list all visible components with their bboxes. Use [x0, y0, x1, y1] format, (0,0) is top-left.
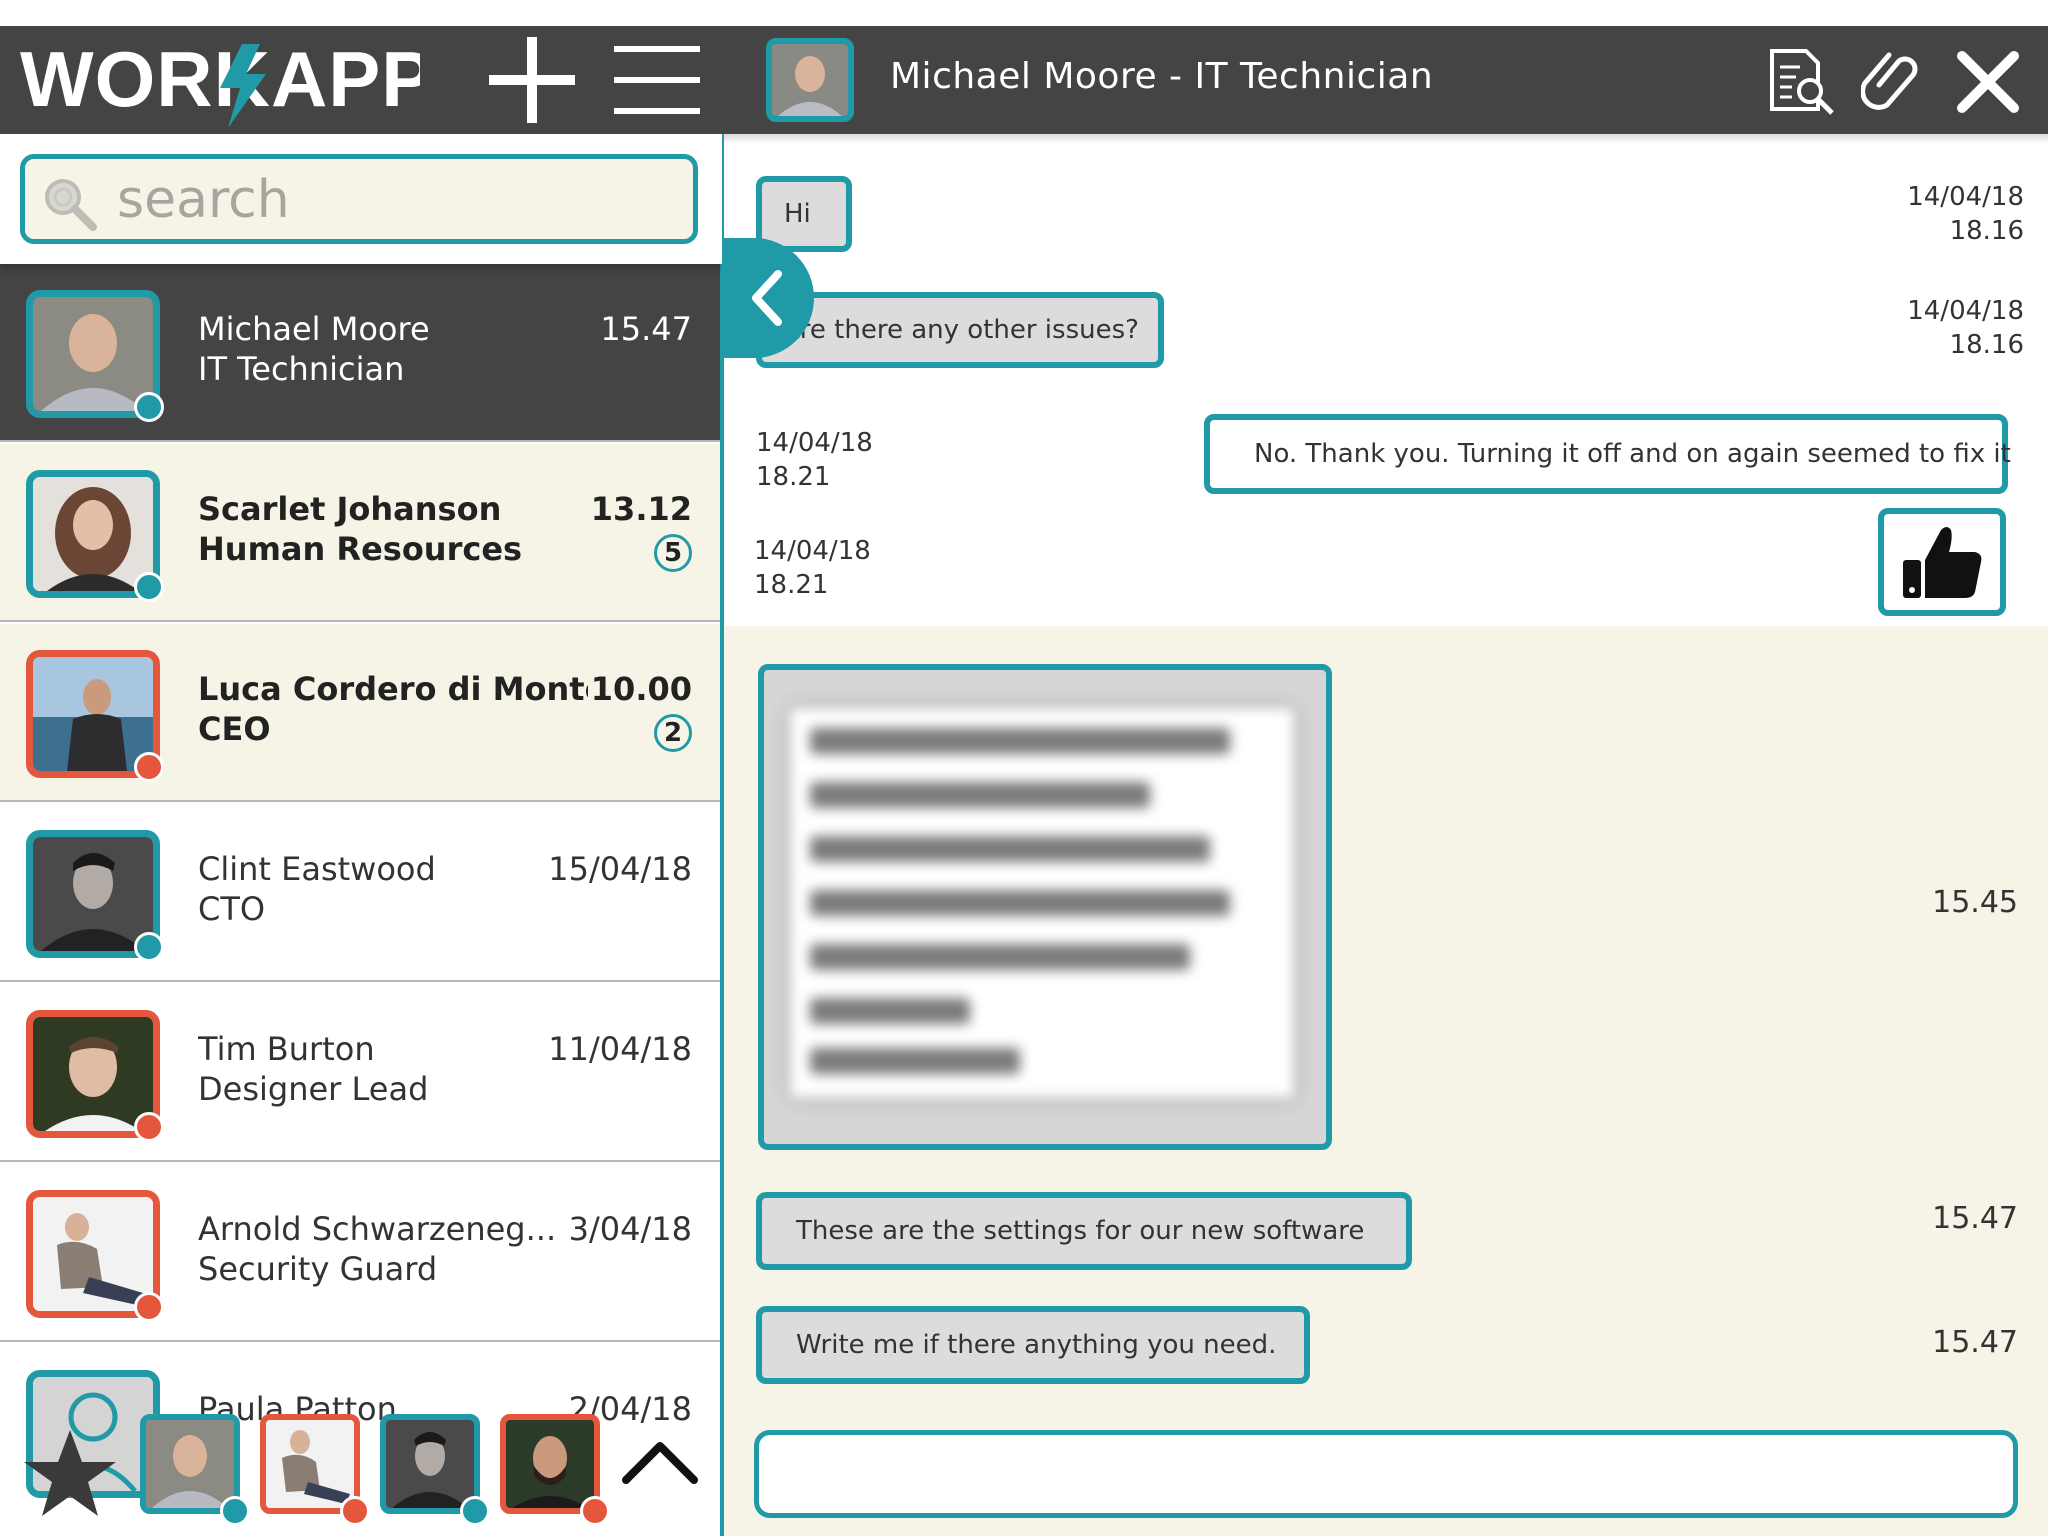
chevron-up-icon[interactable]	[620, 1430, 700, 1490]
contact-item-arnold[interactable]: Arnold Schwarzeneg... Security Guard 3/0…	[0, 1164, 722, 1342]
status-dot-busy	[134, 1112, 164, 1142]
contact-role: Human Resources	[198, 530, 523, 568]
status-dot-online	[134, 932, 164, 962]
message-timestamp: 14/04/18 18.21	[754, 534, 871, 602]
message-text: Are there any other issues?	[782, 315, 1139, 345]
message-date: 14/04/18	[1907, 296, 2024, 326]
favorites-bar	[0, 1404, 722, 1536]
unread-count-badge: 2	[654, 714, 692, 752]
message-timestamp: 14/04/18 18.16	[1907, 180, 2024, 248]
message-text: These are the settings for our new softw…	[796, 1216, 1365, 1246]
paperclip-icon	[1861, 52, 1918, 110]
contact-time: 10.00	[590, 670, 692, 708]
contacts-panel: Michael Moore IT Technician 15.47 Scarle…	[0, 134, 722, 1536]
chat-title: Michael Moore - IT Technician	[890, 56, 1434, 97]
contact-time: 11/04/18	[548, 1030, 692, 1068]
message-timestamp: 14/04/18 18.16	[1907, 294, 2024, 362]
status-dot-online	[134, 572, 164, 602]
contact-role: Designer Lead	[198, 1070, 429, 1108]
contact-item-scarlet-johanson[interactable]: Scarlet Johanson Human Resources 13.12 5	[0, 444, 722, 622]
message-date: 14/04/18	[754, 536, 871, 566]
message-text: Write me if there anything you need.	[796, 1330, 1277, 1360]
search-document-icon	[1770, 49, 1834, 115]
status-dot-online	[460, 1496, 490, 1526]
close-icon	[1957, 51, 2019, 113]
contact-role: Security Guard	[198, 1250, 438, 1288]
message-bubble-thumbs-up[interactable]	[1878, 508, 2006, 616]
contact-item-tim-burton[interactable]: Tim Burton Designer Lead 11/04/18	[0, 984, 722, 1162]
search-area	[0, 134, 722, 264]
contact-name: Clint Eastwood	[198, 850, 436, 888]
message-time: 18.16	[1949, 216, 2024, 246]
header-avatar[interactable]	[766, 38, 854, 122]
message-time: 18.16	[1949, 330, 2024, 360]
message-date: 14/04/18	[756, 428, 873, 458]
avatar-portrait	[772, 44, 848, 116]
image-message[interactable]	[758, 664, 1332, 1150]
search-box[interactable]	[20, 154, 698, 244]
message-timestamp: 14/04/18 18.21	[756, 426, 873, 494]
search-messages-button[interactable]	[1764, 44, 1838, 120]
thumbs-up-icon	[1903, 527, 1982, 598]
contact-role: CTO	[198, 890, 266, 928]
attach-button[interactable]	[1858, 44, 1924, 120]
message-time: 15.47	[1932, 1325, 2018, 1360]
search-input[interactable]	[117, 163, 677, 237]
contact-time: 15.47	[600, 310, 692, 348]
message-date: 14/04/18	[1907, 182, 2024, 212]
magnifier-icon	[45, 179, 97, 231]
status-dot-busy	[134, 1292, 164, 1322]
message-bubble-incoming[interactable]: Are there any other issues?	[756, 292, 1164, 368]
message-time: 15.45	[1932, 885, 2018, 920]
contact-item-michael-moore[interactable]: Michael Moore IT Technician 15.47	[0, 264, 722, 442]
contact-name: Luca Cordero di Monte...	[198, 670, 588, 708]
app-window: WORKAPP Michael Moore - IT Technician se…	[0, 0, 2048, 1536]
contact-time: 15/04/18	[548, 850, 692, 888]
message-bubble-incoming[interactable]: These are the settings for our new softw…	[756, 1192, 1412, 1270]
contact-item-luca-cordero[interactable]: Luca Cordero di Monte... CEO 10.00 2	[0, 624, 722, 802]
chat-panel: Hi 14/04/18 18.16 Are there any other is…	[724, 134, 2048, 1536]
status-dot-busy	[580, 1496, 610, 1526]
header-shadow	[724, 134, 2048, 144]
contact-name: Arnold Schwarzeneg...	[198, 1210, 557, 1248]
menu-button[interactable]	[612, 40, 702, 120]
contact-item-clint-eastwood[interactable]: Clint Eastwood CTO 15/04/18	[0, 804, 722, 982]
status-dot-online	[134, 392, 164, 422]
contact-role: IT Technician	[198, 350, 405, 388]
new-chat-button[interactable]	[486, 34, 578, 126]
message-text: No. Thank you. Turning it off and on aga…	[1254, 439, 2011, 469]
message-time: 15.47	[1932, 1201, 2018, 1236]
hamburger-menu-icon	[614, 46, 700, 114]
message-input[interactable]	[754, 1430, 2018, 1518]
contact-name: Tim Burton	[198, 1030, 375, 1068]
top-bar: WORKAPP Michael Moore - IT Technician	[0, 26, 2048, 134]
star-icon[interactable]	[20, 1424, 120, 1524]
plus-icon	[489, 37, 575, 123]
status-dot-online	[220, 1496, 250, 1526]
message-time: 18.21	[754, 570, 829, 600]
message-time: 18.21	[756, 462, 831, 492]
contact-time: 3/04/18	[568, 1210, 692, 1248]
blurred-image-preview	[790, 708, 1294, 1098]
message-text: Hi	[784, 199, 811, 229]
contact-role: CEO	[198, 710, 271, 748]
message-bubble-incoming[interactable]: Write me if there anything you need.	[756, 1306, 1310, 1384]
status-dot-busy	[340, 1496, 370, 1526]
close-chat-button[interactable]	[1950, 44, 2026, 120]
status-dot-busy	[134, 752, 164, 782]
contact-name: Michael Moore	[198, 310, 430, 348]
chevron-left-icon	[752, 270, 782, 326]
contact-time: 13.12	[590, 490, 692, 528]
logo-text: WORKAPP	[20, 36, 420, 123]
message-bubble-outgoing[interactable]: No. Thank you. Turning it off and on aga…	[1204, 414, 2011, 494]
unread-count-badge: 5	[654, 534, 692, 572]
contact-name: Scarlet Johanson	[198, 490, 502, 528]
workapp-logo: WORKAPP	[20, 36, 420, 126]
